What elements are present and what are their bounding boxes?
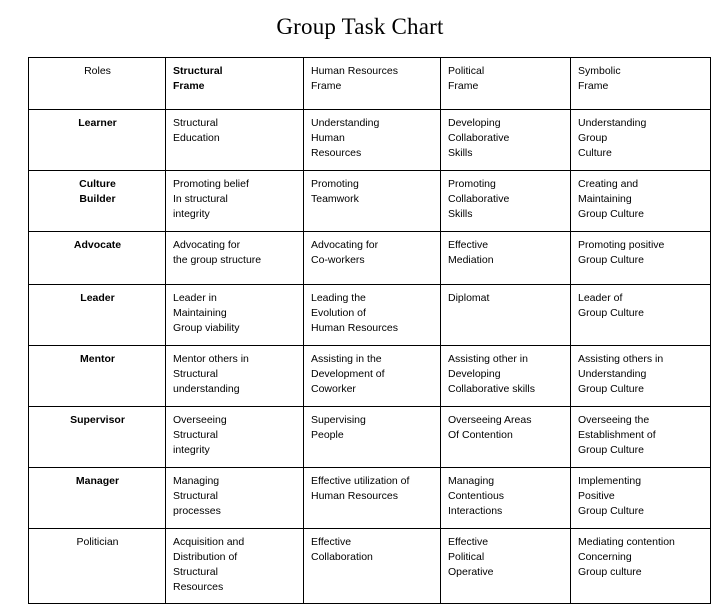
cell-structural: Mentor others in Structural understandin… xyxy=(165,345,304,407)
table-row: Manager Managing Structural processes Ef… xyxy=(28,467,711,529)
column-header-human-resources-frame: Human Resources Frame xyxy=(303,57,441,110)
cell-political: Effective Mediation xyxy=(440,231,571,285)
cell-symbolic: Creating and Maintaining Group Culture xyxy=(570,170,711,232)
role-label: Manager xyxy=(28,467,166,529)
cell-structural: Overseeing Structural integrity xyxy=(165,406,304,468)
page-root: Group Task Chart Roles Structural Frame … xyxy=(0,0,720,604)
cell-structural: Managing Structural processes xyxy=(165,467,304,529)
table-row: Mentor Mentor others in Structural under… xyxy=(28,345,711,407)
cell-political: Assisting other in Developing Collaborat… xyxy=(440,345,571,407)
group-task-table: Roles Structural Frame Human Resources F… xyxy=(28,57,711,604)
cell-political: Diplomat xyxy=(440,284,571,346)
cell-structural: Structural Education xyxy=(165,109,304,171)
role-label: Supervisor xyxy=(28,406,166,468)
cell-symbolic: Understanding Group Culture xyxy=(570,109,711,171)
column-header-structural-frame: Structural Frame xyxy=(165,57,304,110)
cell-political: Managing Contentious Interactions xyxy=(440,467,571,529)
cell-human-resources: Effective utilization of Human Resources xyxy=(303,467,441,529)
cell-human-resources: Leading the Evolution of Human Resources xyxy=(303,284,441,346)
table-row: Culture Builder Promoting belief In stru… xyxy=(28,170,711,232)
cell-symbolic: Overseeing the Establishment of Group Cu… xyxy=(570,406,711,468)
cell-human-resources: Understanding Human Resources xyxy=(303,109,441,171)
cell-structural: Promoting belief In structural integrity xyxy=(165,170,304,232)
page-title: Group Task Chart xyxy=(276,14,444,39)
cell-structural: Advocating for the group structure xyxy=(165,231,304,285)
column-header-symbolic-frame: Symbolic Frame xyxy=(570,57,711,110)
cell-structural: Leader in Maintaining Group viability xyxy=(165,284,304,346)
column-header-roles: Roles xyxy=(28,57,166,110)
cell-symbolic: Assisting others in Understanding Group … xyxy=(570,345,711,407)
role-label: Advocate xyxy=(28,231,166,285)
role-label: Leader xyxy=(28,284,166,346)
table-row: Learner Structural Education Understandi… xyxy=(28,109,711,171)
table-header-row: Roles Structural Frame Human Resources F… xyxy=(28,57,711,110)
cell-human-resources: Promoting Teamwork xyxy=(303,170,441,232)
role-label: Mentor xyxy=(28,345,166,407)
cell-political: Developing Collaborative Skills xyxy=(440,109,571,171)
cell-human-resources: Assisting in the Development of Coworker xyxy=(303,345,441,407)
cell-political: Overseeing Areas Of Contention xyxy=(440,406,571,468)
role-label: Culture Builder xyxy=(28,170,166,232)
cell-symbolic: Promoting positive Group Culture xyxy=(570,231,711,285)
table-row: Supervisor Overseeing Structural integri… xyxy=(28,406,711,468)
table-row: Advocate Advocating for the group struct… xyxy=(28,231,711,285)
cell-symbolic: Implementing Positive Group Culture xyxy=(570,467,711,529)
table-row: Leader Leader in Maintaining Group viabi… xyxy=(28,284,711,346)
cell-human-resources: Advocating for Co-workers xyxy=(303,231,441,285)
cell-political: Promoting Collaborative Skills xyxy=(440,170,571,232)
cell-human-resources: Supervising People xyxy=(303,406,441,468)
cell-symbolic: Leader of Group Culture xyxy=(570,284,711,346)
role-label: Learner xyxy=(28,109,166,171)
column-header-political-frame: Political Frame xyxy=(440,57,571,110)
